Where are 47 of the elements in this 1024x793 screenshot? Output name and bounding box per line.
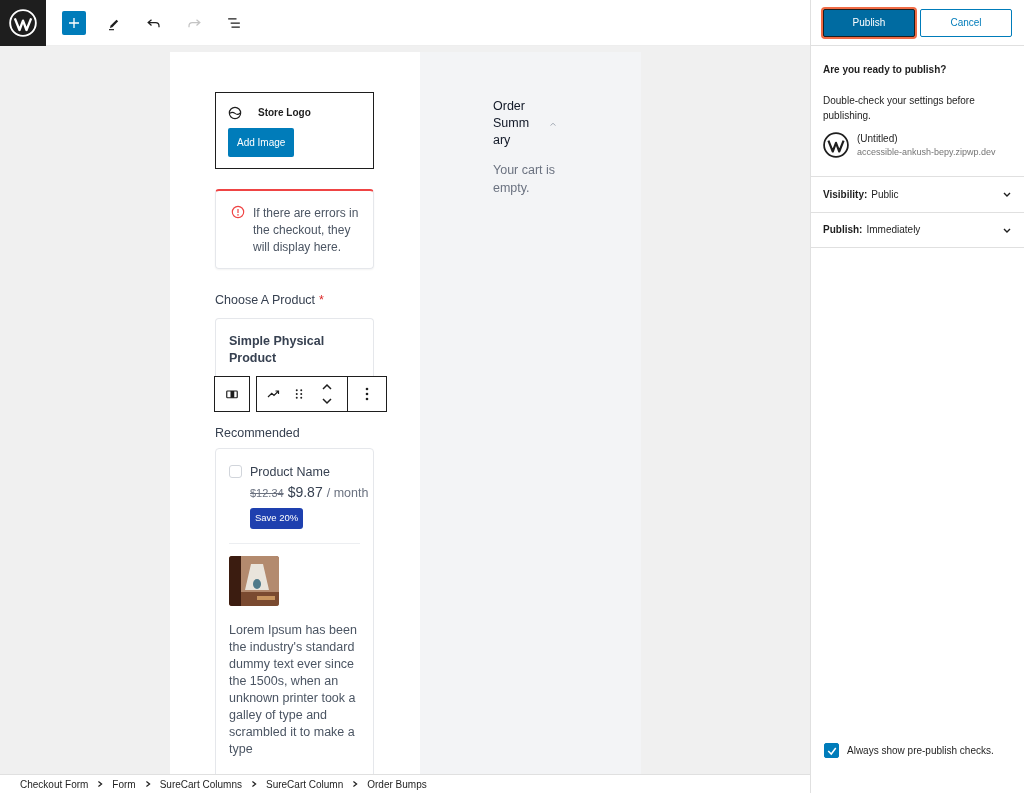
breadcrumb-link[interactable]: SureCart Column xyxy=(265,776,344,792)
more-options-button[interactable] xyxy=(347,375,387,412)
product-description: Lorem Ipsum has been the industry's standard dummy text ever since the 1500s, when an unknown printer took a galley of type and scrambled it to make a type xyxy=(229,621,358,758)
chevron-right-icon xyxy=(351,780,360,788)
breadcrumb-link[interactable]: SureCart Columns xyxy=(159,776,242,792)
site-url: accessible-ankush-bepy.zipwp.dev xyxy=(857,146,996,159)
panel-title: Publish: Immediately xyxy=(823,223,921,237)
more-icon xyxy=(364,385,370,402)
old-price: $12.34 xyxy=(250,487,284,500)
discount-badge: Save 20% xyxy=(250,508,304,529)
checkbox[interactable] xyxy=(824,743,839,758)
site-logo-icon xyxy=(823,132,849,159)
site-title: (Untitled) xyxy=(857,132,899,146)
chevron-right-icon xyxy=(143,780,152,788)
breadcrumb-link[interactable]: Checkout Form xyxy=(20,776,89,792)
plus-button[interactable] xyxy=(62,10,86,35)
product-option-card[interactable]: Simple Physical Product xyxy=(215,317,374,376)
empty-cart-text: Your cart is empty. xyxy=(493,162,557,197)
chevron-right-icon xyxy=(96,780,105,788)
product-name: Product Name xyxy=(250,463,331,481)
logo-placeholder-icon xyxy=(228,105,242,120)
block-switcher-button[interactable] xyxy=(214,375,250,412)
order-summary-heading: Order Summary xyxy=(493,98,531,149)
chevron-right-icon xyxy=(249,780,258,788)
field-label: Choose A Product xyxy=(215,292,316,309)
section-label: Recommended xyxy=(215,424,301,442)
add-image-button[interactable]: Add Image xyxy=(228,128,295,157)
error-message: If there are errors in the checkout, they will display here. xyxy=(253,205,359,256)
panel-toggle[interactable]: Publish: Immediately xyxy=(811,211,1024,248)
checkbox-label: Always show pre-publish checks. xyxy=(847,744,994,758)
wordpress-logo-button[interactable] xyxy=(0,0,46,46)
alert-icon xyxy=(231,205,245,219)
panel-description: Double-check your settings before publishing. xyxy=(822,94,976,123)
cancel-button[interactable]: Cancel xyxy=(920,8,1012,37)
required-mark: * xyxy=(319,292,324,309)
wordpress-logo xyxy=(9,8,37,37)
price: $9.87 xyxy=(287,484,323,501)
product-name: Simple Physical Product xyxy=(229,332,326,367)
breadcrumb-link[interactable]: Form xyxy=(112,776,136,792)
publish-button[interactable]: Publish xyxy=(823,8,915,37)
billing-period: / month xyxy=(326,486,369,501)
move-arrows-icon[interactable] xyxy=(319,381,335,406)
panel-heading: Are you ready to publish? xyxy=(822,63,948,77)
breadcrumb-link[interactable]: Order Bumps xyxy=(367,776,427,792)
panel-title: Visibility: Public xyxy=(823,187,899,202)
store-logo-label: Store Logo xyxy=(258,106,311,120)
panel-toggle[interactable]: Visibility: Public xyxy=(811,175,1024,212)
